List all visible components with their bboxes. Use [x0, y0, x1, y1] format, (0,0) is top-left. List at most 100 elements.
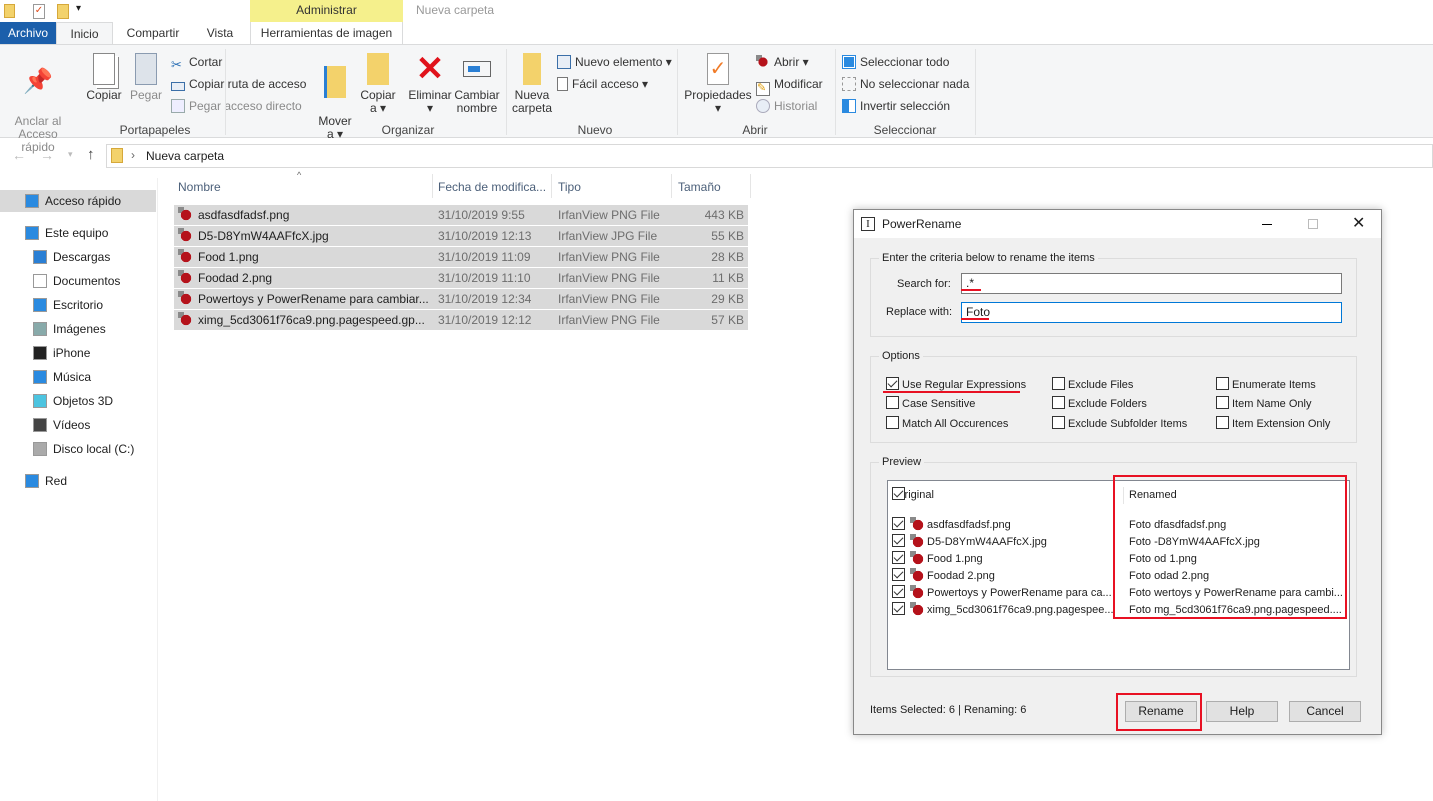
nav-item-objetos-3d[interactable]: Objetos 3D — [0, 390, 156, 412]
copy-to-button[interactable]: Copiar a ▾ — [358, 53, 398, 115]
back-arrow-icon[interactable]: ← — [12, 147, 26, 163]
item-checkbox[interactable] — [892, 568, 905, 581]
delete-button[interactable]: ✕ Eliminar ▾ — [407, 52, 453, 115]
history-button[interactable]: Historial — [756, 97, 817, 115]
nav-item-m-sica[interactable]: Música — [0, 366, 156, 388]
tab-vista[interactable]: Vista — [196, 22, 244, 44]
[interactable] — [892, 602, 908, 617]
file-row[interactable]: ximg_5cd3061f76ca9.png.pagespeed.gp... 31… — [174, 310, 748, 330]
nav-item-disco-local-c-[interactable]: Disco local (C:) — [0, 438, 156, 460]
item-checkbox[interactable] — [892, 551, 905, 564]
option-match-all-occurences[interactable]: Match All Occurences — [886, 416, 1008, 431]
nav-item-iphone[interactable]: iPhone — [0, 342, 156, 364]
file-row[interactable]: asdfasdfadsf.png 31/10/2019 9:55 IrfanView… — [174, 205, 748, 225]
recent-chevron-icon[interactable]: ▾ — [68, 149, 73, 160]
edit-button[interactable]: ✎ Modificar — [756, 75, 823, 96]
invert-selection-button[interactable]: Invertir selección — [842, 97, 950, 115]
[interactable] — [892, 551, 908, 566]
cancel-button[interactable]: Cancel — [1289, 701, 1361, 722]
[interactable] — [892, 585, 908, 600]
column-divider[interactable] — [551, 174, 552, 198]
checkbox[interactable] — [1216, 396, 1229, 409]
column-divider[interactable] — [432, 174, 433, 198]
preview-row-original[interactable]: D5-D8YmW4AAFfcX.jpg — [892, 534, 1114, 551]
help-button[interactable]: Help — [1206, 701, 1278, 722]
tab-herramientas-de-imagen[interactable]: Herramientas de imagen — [250, 22, 403, 44]
[interactable] — [892, 517, 908, 532]
nav-item-documentos[interactable]: Documentos — [0, 270, 156, 292]
column-header-tamano[interactable]: Tamaño — [678, 179, 721, 199]
copy-button[interactable]: Copiar — [84, 53, 124, 102]
option-enumerate-items[interactable]: Enumerate Items — [1216, 377, 1316, 392]
item-checkbox[interactable] — [892, 517, 905, 530]
preview-row-original[interactable]: ximg_5cd3061f76ca9.png.pagespee... — [892, 602, 1114, 619]
[interactable] — [892, 568, 908, 583]
option-case-sensitive[interactable]: Case Sensitive — [886, 396, 975, 411]
close-icon[interactable]: ✕ — [1352, 210, 1365, 238]
item-checkbox[interactable] — [892, 534, 905, 547]
cut-button[interactable]: ✂ Cortar — [171, 53, 222, 72]
nav-item-escritorio[interactable]: Escritorio — [0, 294, 156, 316]
column-divider[interactable] — [671, 174, 672, 198]
file-row[interactable]: Food 1.png 31/10/2019 11:09 IrfanView PNG … — [174, 247, 748, 267]
checkbox[interactable] — [886, 416, 899, 429]
paste-button[interactable]: Pegar — [128, 53, 164, 102]
preview-row-original[interactable]: asdfasdfadsf.png — [892, 517, 1114, 534]
option-item-name-only[interactable]: Item Name Only — [1216, 396, 1311, 411]
column-header-fecha[interactable]: Fecha de modifica... — [438, 179, 546, 199]
address-bar[interactable]: › Nueva carpeta — [106, 144, 1433, 168]
customize-toolbar-icon[interactable]: ▾ — [76, 3, 81, 14]
file-row[interactable]: Powertoys y PowerRename para cambiar... 3… — [174, 289, 748, 309]
[interactable] — [892, 534, 908, 549]
checkbox[interactable] — [1216, 416, 1229, 429]
nav-item-este-equipo[interactable]: Este equipo — [0, 222, 156, 244]
minimize-icon[interactable] — [1262, 224, 1272, 225]
nav-item-acceso-r-pido[interactable]: Acceso rápido — [0, 190, 156, 212]
checkbox[interactable] — [886, 377, 899, 390]
option-use-regular-expressions[interactable]: Use Regular Expressions — [886, 377, 1026, 392]
preview-row-original[interactable]: Food 1.png — [892, 551, 1114, 568]
copy-path-button[interactable]: Copiar ruta de acceso — [171, 75, 306, 93]
search-input[interactable]: .* — [961, 273, 1342, 294]
forward-arrow-icon[interactable]: → — [40, 147, 54, 163]
file-row[interactable]: Foodad 2.png 31/10/2019 11:10 IrfanView PN… — [174, 268, 748, 288]
preview-header-original[interactable]: Original — [892, 487, 934, 504]
item-checkbox[interactable] — [892, 585, 905, 598]
nav-item-v-deos[interactable]: Vídeos — [0, 414, 156, 436]
properties-quick-icon[interactable]: ✓ — [33, 4, 45, 19]
option-exclude-subfolder-items[interactable]: Exclude Subfolder Items — [1052, 416, 1187, 431]
select-all-checkbox[interactable] — [892, 487, 905, 500]
properties-button[interactable]: ✓ Propiedades ▾ — [684, 53, 752, 115]
checkbox[interactable] — [1052, 416, 1065, 429]
breadcrumb-nueva-carpeta[interactable]: Nueva carpeta — [146, 149, 224, 163]
open-button[interactable]: Abrir ▾ — [756, 53, 809, 71]
checkbox[interactable] — [1052, 396, 1065, 409]
rename-button[interactable]: Cambiar nombre — [454, 53, 500, 115]
new-folder-quick-icon[interactable] — [57, 4, 69, 19]
tab-inicio[interactable]: Inicio — [56, 22, 113, 44]
item-checkbox[interactable] — [892, 602, 905, 615]
option-item-extension-only[interactable]: Item Extension Only — [1216, 416, 1330, 431]
preview-row-original[interactable]: Foodad 2.png — [892, 568, 1114, 585]
easy-access-button[interactable]: Fácil acceso ▾ — [557, 75, 648, 93]
move-to-button[interactable]: Mover a ▾ — [316, 53, 354, 141]
file-row[interactable]: D5-D8YmW4AAFfcX.jpg 31/10/2019 12:13 Irfan… — [174, 226, 748, 246]
checkbox[interactable] — [1052, 377, 1065, 390]
column-divider[interactable] — [750, 174, 751, 198]
preview-row-original[interactable]: Powertoys y PowerRename para ca... — [892, 585, 1114, 602]
option-exclude-files[interactable]: Exclude Files — [1052, 377, 1133, 392]
select-all-button[interactable]: Seleccionar todo — [842, 53, 949, 71]
paste-shortcut-button[interactable]: Pegar acceso directo — [171, 97, 302, 115]
nav-item-descargas[interactable]: Descargas — [0, 246, 156, 268]
column-header-nombre[interactable]: Nombre — [178, 179, 221, 199]
maximize-icon[interactable] — [1308, 219, 1318, 229]
nav-item-im-genes[interactable]: Imágenes — [0, 318, 156, 340]
checkbox[interactable] — [886, 396, 899, 409]
tab-compartir[interactable]: Compartir — [118, 22, 188, 44]
pin-quick-access-button[interactable]: 📌 Anclar al Acceso rápido — [6, 53, 70, 154]
column-header-tipo[interactable]: Tipo — [558, 179, 581, 199]
replace-input[interactable]: Foto — [961, 302, 1342, 323]
new-folder-button[interactable]: Nueva carpeta — [510, 53, 554, 115]
checkbox[interactable] — [1216, 377, 1229, 390]
up-arrow-icon[interactable]: ↑ — [87, 146, 95, 163]
